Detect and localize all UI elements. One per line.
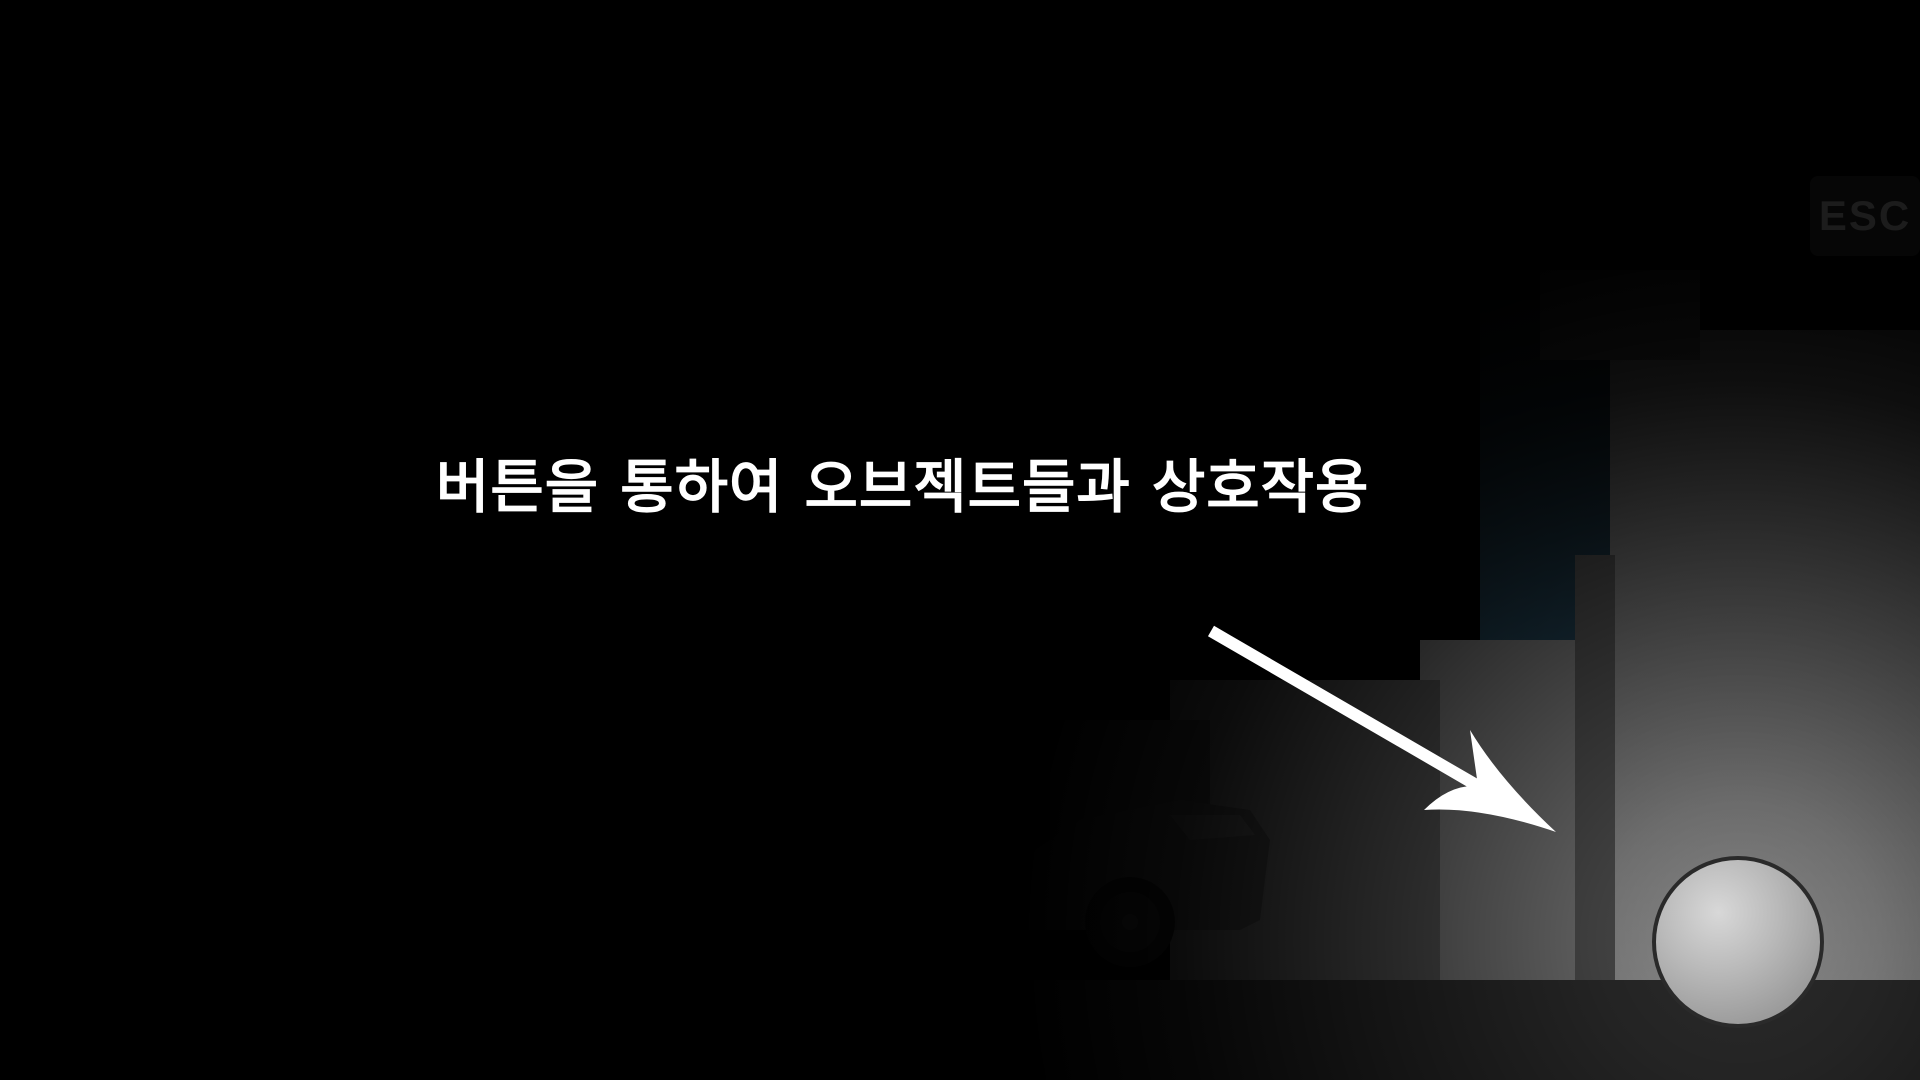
building-dark-column — [1575, 555, 1615, 980]
esc-button[interactable]: ESC — [1810, 176, 1920, 256]
building-ledge — [1540, 270, 1700, 360]
city-background — [0, 270, 1920, 1080]
action-button[interactable] — [1652, 856, 1824, 1028]
tutorial-message: 버튼을 통하여 오브젝트들과 상호작용 — [436, 453, 1370, 521]
game-scene: 버튼을 통하여 오브젝트들과 상호작용 ESC — [0, 0, 1920, 1080]
ground — [0, 980, 1920, 1080]
building-mid — [1420, 640, 1595, 980]
